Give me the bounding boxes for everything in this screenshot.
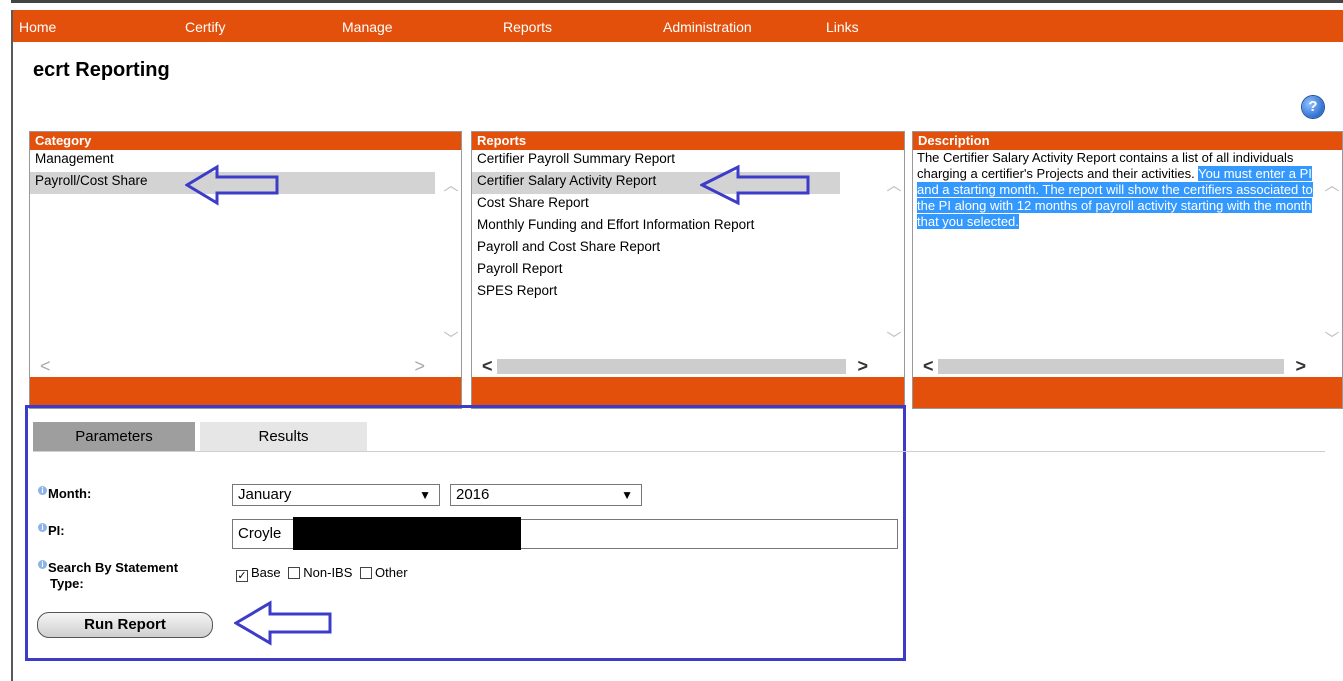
- reports-list[interactable]: Certifier Payroll Summary Report Certifi…: [472, 150, 904, 377]
- scroll-thumb[interactable]: [497, 359, 846, 374]
- category-footer: [30, 377, 461, 408]
- scroll-right-icon[interactable]: >: [1295, 356, 1306, 377]
- statement-type-checkboxes: ✓ Base Non-IBS Other: [236, 565, 408, 582]
- month-label-wrap: i Month:: [38, 486, 91, 501]
- scroll-left-icon[interactable]: <: [482, 356, 493, 377]
- annotation-arrow-icon: [185, 164, 279, 206]
- report-item[interactable]: Cost Share Report: [472, 194, 904, 216]
- nonibs-checkbox-label: Non-IBS: [303, 565, 353, 580]
- year-select[interactable]: 2016 ▼: [450, 484, 642, 506]
- reports-hscroll[interactable]: < >: [472, 355, 904, 377]
- nonibs-checkbox[interactable]: [288, 567, 301, 579]
- info-icon: i: [38, 486, 47, 495]
- info-icon: i: [38, 560, 47, 569]
- category-hscroll[interactable]: < >: [30, 355, 461, 377]
- tabs-divider: [33, 451, 1325, 452]
- category-header: Category: [30, 132, 461, 150]
- scroll-up-icon[interactable]: ︿: [1324, 174, 1340, 195]
- description-panel: Description The Certifier Salary Activit…: [912, 131, 1343, 409]
- month-label: Month:: [48, 486, 92, 501]
- scroll-down-icon[interactable]: ﹀: [886, 328, 902, 349]
- pi-label: PI:: [48, 523, 65, 538]
- description-hscroll[interactable]: < >: [913, 355, 1342, 377]
- help-icon[interactable]: ?: [1302, 96, 1324, 118]
- month-select-value: January: [238, 486, 292, 503]
- statement-label-line2: Type:: [50, 576, 84, 591]
- tab-parameters[interactable]: Parameters: [33, 422, 195, 451]
- scroll-down-icon[interactable]: ﹀: [443, 328, 459, 349]
- pi-input-value: Croyle: [238, 525, 282, 542]
- month-select[interactable]: January ▼: [232, 484, 440, 506]
- report-item[interactable]: Payroll Report: [472, 260, 904, 282]
- scroll-left-icon[interactable]: <: [923, 356, 934, 377]
- top-nav-bar: Home Certify Manage Reports Administrati…: [13, 10, 1343, 42]
- scroll-up-icon[interactable]: ︿: [886, 174, 902, 195]
- scroll-up-icon[interactable]: ︿: [443, 174, 459, 195]
- nav-administration[interactable]: Administration: [663, 19, 752, 35]
- scroll-down-icon[interactable]: ﹀: [1324, 328, 1340, 349]
- scroll-right-icon[interactable]: >: [857, 356, 868, 377]
- nav-reports[interactable]: Reports: [503, 19, 552, 35]
- report-item[interactable]: Certifier Payroll Summary Report: [472, 150, 904, 172]
- annotation-arrow-icon: [700, 164, 810, 206]
- reports-footer: [472, 377, 904, 408]
- category-vscroll[interactable]: ︿ ﹀: [441, 150, 461, 357]
- other-checkbox[interactable]: [360, 567, 373, 579]
- window-left-border: [0, 0, 13, 681]
- chevron-down-icon: ▼: [419, 488, 431, 502]
- run-report-button[interactable]: Run Report: [37, 612, 213, 638]
- description-footer: [913, 377, 1342, 408]
- chevron-down-icon: ▼: [621, 488, 633, 502]
- reports-panel: Reports Certifier Payroll Summary Report…: [471, 131, 905, 409]
- page-title: ecrt Reporting: [33, 59, 170, 81]
- reports-vscroll[interactable]: ︿ ﹀: [884, 150, 904, 357]
- reports-header: Reports: [472, 132, 904, 150]
- report-item[interactable]: SPES Report: [472, 282, 904, 304]
- info-icon: i: [38, 523, 47, 532]
- scroll-left-icon[interactable]: <: [40, 356, 51, 377]
- scroll-thumb[interactable]: [938, 359, 1284, 374]
- window-top-border: [11, 0, 1343, 10]
- nav-links[interactable]: Links: [826, 19, 859, 35]
- other-checkbox-label: Other: [375, 565, 408, 580]
- tab-results[interactable]: Results: [200, 422, 367, 451]
- nav-certify[interactable]: Certify: [185, 19, 225, 35]
- redaction-block: [293, 517, 521, 550]
- description-text: The Certifier Salary Activity Report con…: [913, 150, 1320, 230]
- year-select-value: 2016: [456, 486, 490, 503]
- report-item[interactable]: Payroll and Cost Share Report: [472, 238, 904, 260]
- scroll-right-icon[interactable]: >: [414, 356, 425, 377]
- pi-label-wrap: i PI:: [38, 523, 65, 538]
- nav-home[interactable]: Home: [19, 19, 56, 35]
- nav-manage[interactable]: Manage: [342, 19, 393, 35]
- statement-label-line1: Search By Statement: [48, 560, 179, 575]
- description-vscroll[interactable]: ︿ ﹀: [1322, 150, 1342, 357]
- base-checkbox[interactable]: ✓: [236, 570, 248, 582]
- statement-label-wrap: i Search By Statement Type:: [38, 560, 178, 592]
- base-checkbox-label: Base: [251, 565, 281, 580]
- description-header: Description: [913, 132, 1342, 150]
- report-item[interactable]: Monthly Funding and Effort Information R…: [472, 216, 904, 238]
- description-body: The Certifier Salary Activity Report con…: [913, 150, 1342, 377]
